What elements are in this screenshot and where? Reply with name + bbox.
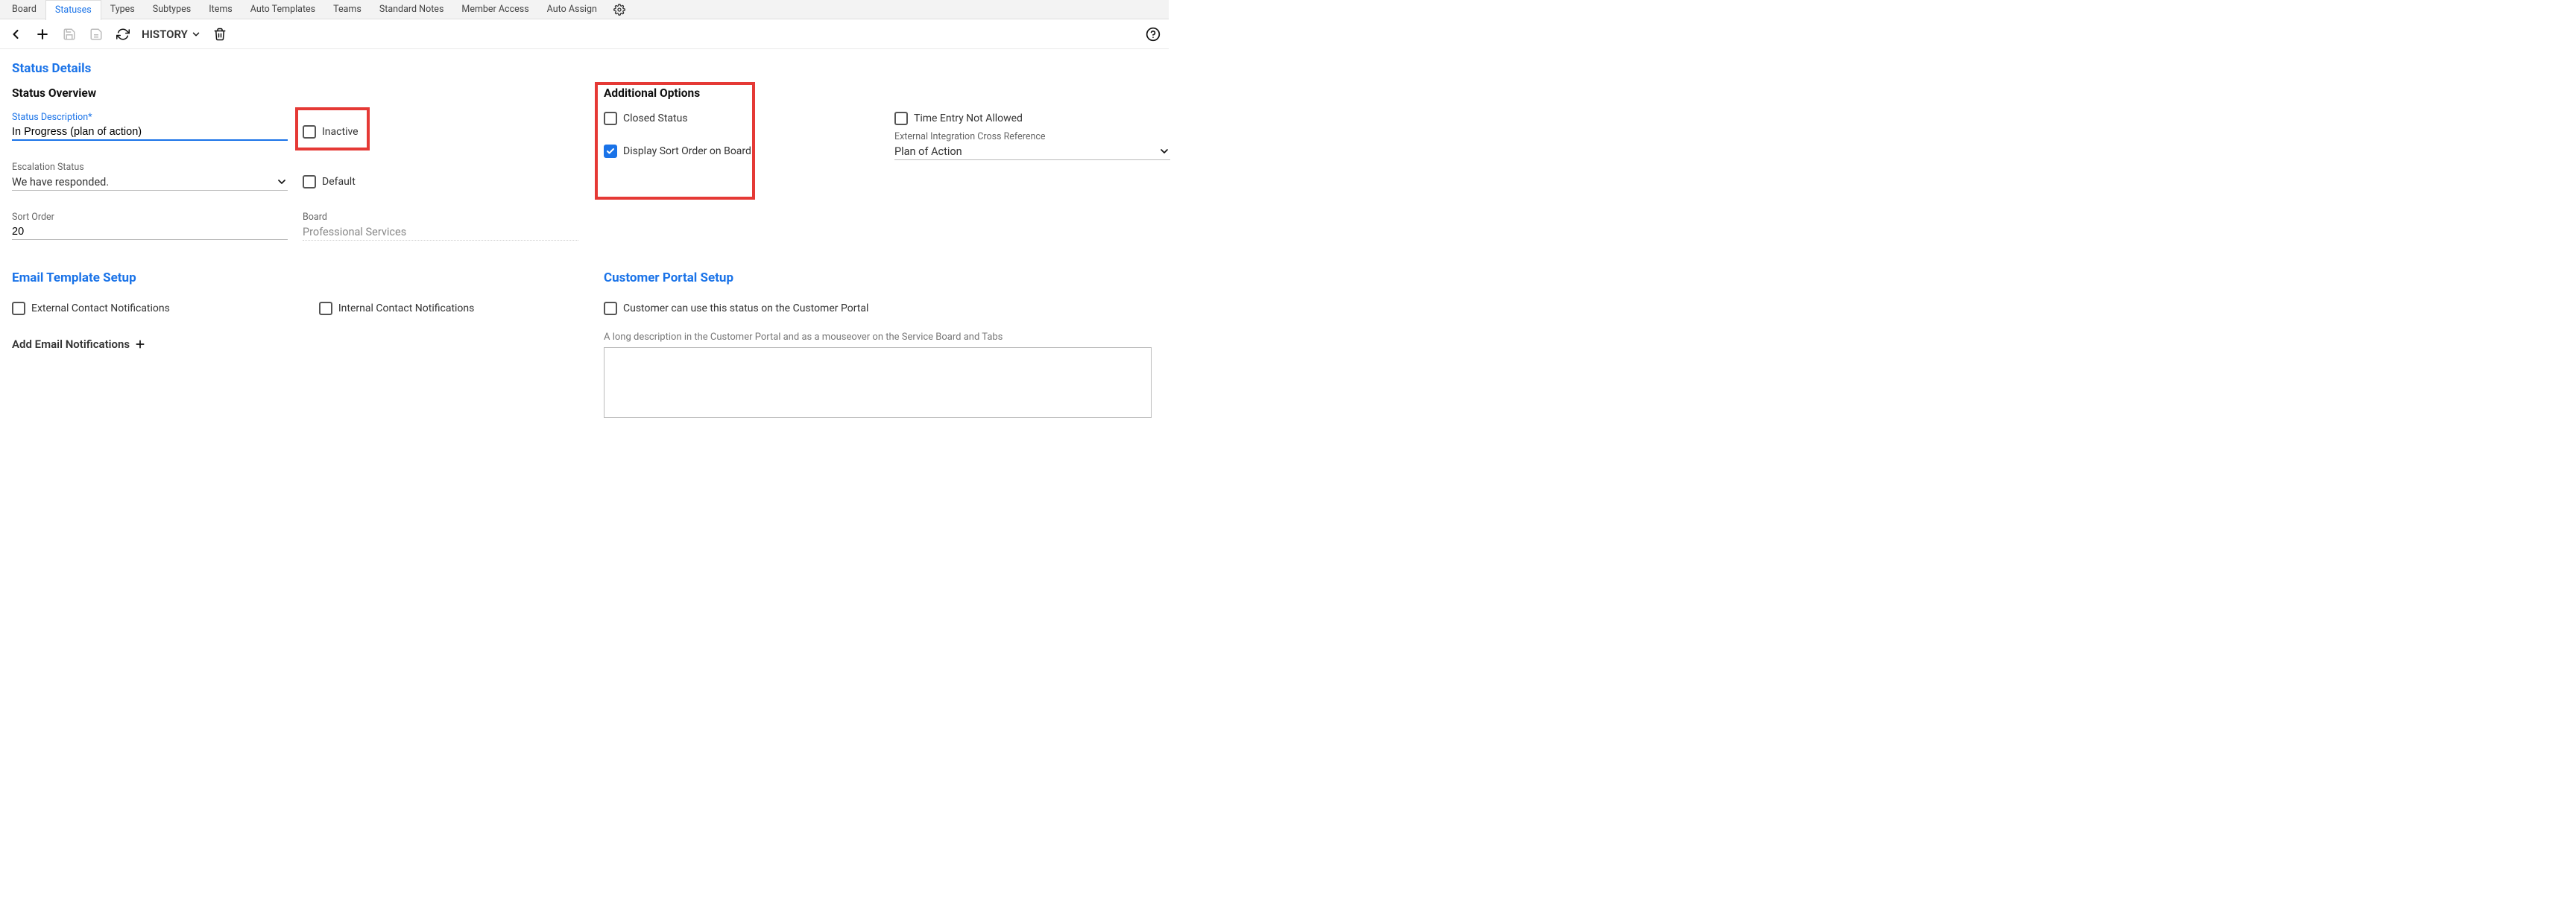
chevron-down-icon [191,29,201,39]
ext-integration-value: Plan of Action [894,144,1170,159]
chevron-down-icon [1158,145,1170,157]
portal-allow-label: Customer can use this status on the Cust… [623,302,868,314]
tab-member-access[interactable]: Member Access [452,0,537,19]
customer-portal-title: Customer Portal Setup [604,270,1157,285]
save-and-close-button[interactable] [88,26,104,42]
sort-order-input[interactable] [12,224,288,240]
toolbar: HISTORY [0,19,1169,49]
history-label: HISTORY [142,28,188,41]
internal-notifications-field: Internal Contact Notifications [319,302,475,315]
tab-types[interactable]: Types [101,0,144,19]
closed-status-label: Closed Status [623,112,688,124]
additional-options-heading: Additional Options [604,86,1170,100]
status-description-field: Status Description* [12,112,288,141]
tabbar: Board Statuses Types Subtypes Items Auto… [0,0,1169,19]
tab-teams[interactable]: Teams [324,0,370,19]
default-field: Default [303,172,578,191]
add-email-notifications-button[interactable]: Add Email Notifications [12,338,586,351]
time-entry-checkbox[interactable] [894,112,908,125]
closed-status-checkbox[interactable] [604,112,617,125]
default-label: Default [322,176,356,188]
status-description-label: Status Description* [12,112,288,123]
tab-auto-assign[interactable]: Auto Assign [538,0,606,19]
ext-integration-label: External Integration Cross Reference [894,131,1170,142]
tab-statuses[interactable]: Statuses [45,0,101,20]
external-notifications-label: External Contact Notifications [31,302,170,314]
escalation-status-label: Escalation Status [12,162,288,173]
status-details-title: Status Details [12,61,1157,76]
ext-integration-field: External Integration Cross Reference Pla… [894,131,1170,160]
ext-integration-select[interactable]: Plan of Action [894,144,1170,160]
chevron-down-icon [276,176,288,188]
external-notifications-field: External Contact Notifications [12,302,170,315]
settings-icon[interactable] [606,1,633,19]
email-template-title: Email Template Setup [12,270,586,285]
add-button[interactable] [34,26,51,42]
external-notifications-checkbox[interactable] [12,302,25,315]
portal-allow-field: Customer can use this status on the Cust… [604,302,1157,315]
inactive-checkbox[interactable] [303,125,316,139]
history-dropdown[interactable]: HISTORY [142,28,201,41]
time-entry-field: Time Entry Not Allowed [894,112,1170,125]
board-value: Professional Services [303,224,578,241]
portal-description-textarea[interactable] [604,347,1152,418]
inactive-field: Inactive [303,122,578,141]
plus-icon [134,338,146,350]
tab-auto-templates[interactable]: Auto Templates [242,0,324,19]
sort-order-field: Sort Order [12,212,288,241]
portal-allow-checkbox[interactable] [604,302,617,315]
back-button[interactable] [7,26,24,42]
help-button[interactable] [1145,26,1161,42]
time-entry-label: Time Entry Not Allowed [914,112,1023,124]
board-field: Board Professional Services [303,212,578,241]
display-sort-field: Display Sort Order on Board [604,142,880,160]
refresh-button[interactable] [115,26,131,42]
display-sort-checkbox[interactable] [604,145,617,158]
closed-status-field: Closed Status [604,112,880,125]
status-overview-heading: Status Overview [12,86,586,100]
board-label: Board [303,212,578,223]
status-description-input[interactable] [12,124,288,141]
tab-items[interactable]: Items [200,0,242,19]
inactive-label: Inactive [322,126,359,138]
portal-textarea-label: A long description in the Customer Porta… [604,332,1157,343]
add-email-label: Add Email Notifications [12,338,130,351]
internal-notifications-checkbox[interactable] [319,302,332,315]
display-sort-label: Display Sort Order on Board [623,145,751,157]
escalation-status-select[interactable]: We have responded. [12,174,288,191]
internal-notifications-label: Internal Contact Notifications [338,302,475,314]
delete-button[interactable] [212,26,228,42]
sort-order-label: Sort Order [12,212,288,223]
main-form: Status Details Status Overview Status De… [0,49,1169,433]
tab-standard-notes[interactable]: Standard Notes [370,0,453,19]
tab-subtypes[interactable]: Subtypes [144,0,200,19]
default-checkbox[interactable] [303,175,316,188]
escalation-status-field: Escalation Status We have responded. [12,162,288,191]
save-button[interactable] [61,26,78,42]
tab-board[interactable]: Board [3,0,45,19]
escalation-status-value: We have responded. [12,174,288,190]
